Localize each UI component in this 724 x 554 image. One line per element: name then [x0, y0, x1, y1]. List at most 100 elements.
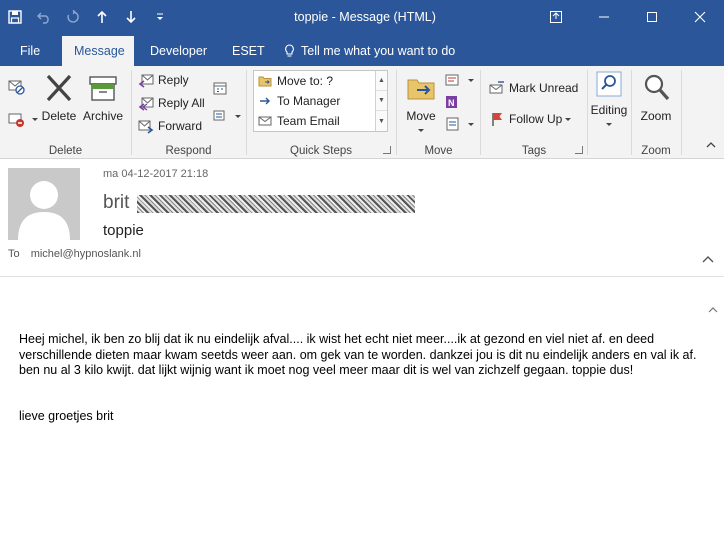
quick-step-to-manager[interactable]: To Manager — [258, 91, 340, 111]
message-signoff: lieve groetjes brit — [19, 409, 114, 423]
group-label-quick-steps: Quick Steps — [290, 145, 352, 157]
group-label-delete: Delete — [48, 145, 83, 157]
group-move: Move N Move — [397, 66, 480, 159]
delete-icon — [46, 74, 72, 102]
quick-access-toolbar — [0, 0, 174, 34]
previous-item-icon[interactable] — [87, 0, 116, 34]
ignore-button[interactable] — [7, 78, 29, 96]
actions-icon — [446, 117, 459, 131]
tab-message[interactable]: Message — [62, 36, 134, 66]
window-title: toppie - Message (HTML) — [294, 10, 436, 24]
group-respond: Reply Reply All Forward Respond — [132, 66, 245, 159]
rules-button[interactable] — [445, 72, 474, 88]
ribbon-tabs: File Message Developer ESET Tell me what… — [0, 34, 724, 66]
meeting-reply-button[interactable] — [212, 80, 232, 96]
find-icon — [596, 71, 622, 97]
quick-steps-gallery: Move to: ? To Manager Team Email ▲ ▼ ▼ — [253, 70, 388, 132]
move-folder-icon — [407, 79, 435, 100]
next-item-icon[interactable] — [116, 0, 145, 34]
recipient-address[interactable]: michel@hypnoslank.nl — [31, 248, 141, 260]
lightbulb-icon — [284, 39, 295, 69]
group-delete: Delete Archive Delete — [0, 66, 131, 159]
sender-avatar[interactable] — [8, 168, 80, 240]
tab-developer[interactable]: Developer — [138, 36, 219, 66]
reply-icon — [138, 74, 154, 88]
sent-date: ma 04-12-2017 21:18 — [103, 168, 209, 180]
group-label-zoom: Zoom — [641, 145, 671, 157]
mark-unread-button[interactable]: Mark Unread — [489, 80, 578, 96]
editing-button[interactable]: Editing — [589, 70, 629, 131]
onenote-icon: N — [446, 96, 457, 108]
message-header: ma 04-12-2017 21:18 brit toppie To miche… — [0, 160, 724, 277]
quick-steps-launcher-icon[interactable] — [383, 146, 391, 154]
mark-unread-icon — [489, 81, 504, 94]
tab-eset[interactable]: ESET — [220, 36, 277, 66]
onenote-button[interactable]: N — [445, 94, 465, 110]
quick-steps-scrollbar[interactable]: ▲ ▼ ▼ — [375, 71, 387, 131]
group-label-move: Move — [424, 145, 453, 157]
collapse-ribbon-icon[interactable] — [706, 141, 716, 152]
archive-button[interactable]: Archive — [80, 72, 126, 123]
customize-qat-icon[interactable] — [145, 0, 174, 34]
group-tags: Mark Unread Follow Up Tags — [481, 66, 587, 159]
zoom-button[interactable]: Zoom — [636, 72, 676, 123]
tab-file[interactable]: File — [8, 36, 52, 66]
group-editing: Editing — [588, 66, 630, 159]
reply-all-icon — [138, 97, 154, 111]
more-respond-button[interactable] — [212, 108, 241, 124]
rules-icon — [445, 74, 459, 86]
forward-icon — [138, 120, 154, 134]
ribbon-display-options-icon[interactable] — [532, 0, 580, 34]
cleanup-button[interactable] — [7, 110, 38, 128]
cleanup-icon — [8, 113, 24, 127]
tell-me-label: Tell me what you want to do — [301, 44, 456, 58]
tags-launcher-icon[interactable] — [575, 146, 583, 154]
quick-step-team-email[interactable]: Team Email — [258, 111, 340, 131]
message-subject: toppie — [103, 222, 144, 239]
undo-icon[interactable] — [29, 0, 58, 34]
message-body: Heej michel, ik ben zo blij dat ik nu ei… — [0, 278, 724, 554]
svg-text:N: N — [448, 98, 455, 108]
reply-all-button[interactable]: Reply All — [138, 95, 205, 111]
gallery-more-icon[interactable]: ▼ — [376, 111, 387, 131]
save-icon[interactable] — [0, 0, 29, 34]
more-respond-icon — [213, 110, 225, 121]
reply-button[interactable]: Reply — [138, 72, 189, 88]
scroll-up-icon[interactable] — [708, 302, 718, 316]
message-text: Heej michel, ik ben zo blij dat ik nu ei… — [19, 332, 697, 377]
redo-icon[interactable] — [58, 0, 87, 34]
to-label: To — [8, 248, 20, 260]
chevron-up-icon[interactable]: ▲ — [376, 71, 387, 91]
follow-up-button[interactable]: Follow Up — [489, 111, 572, 127]
ribbon-divider — [681, 70, 682, 155]
ignore-icon — [8, 80, 25, 95]
folder-arrow-icon — [258, 76, 272, 87]
group-label-tags: Tags — [521, 145, 547, 157]
sender-name[interactable]: brit — [103, 192, 129, 214]
archive-icon — [89, 76, 117, 101]
close-icon[interactable] — [676, 0, 724, 34]
chevron-down-icon[interactable]: ▼ — [376, 91, 387, 111]
title-bar: toppie - Message (HTML) — [0, 0, 724, 34]
actions-button[interactable] — [445, 116, 474, 132]
group-label-respond: Respond — [165, 145, 212, 157]
redacted-sender-address — [137, 195, 415, 213]
zoom-icon — [644, 74, 670, 101]
minimize-icon[interactable] — [580, 0, 628, 34]
flag-icon — [492, 113, 502, 126]
tell-me-search[interactable]: Tell me what you want to do — [272, 36, 467, 66]
group-zoom: Zoom Zoom — [632, 66, 680, 159]
forward-button[interactable]: Forward — [138, 118, 202, 134]
ribbon: Delete Archive Delete Reply Reply All Fo… — [0, 66, 724, 159]
recipients-row: To michel@hypnoslank.nl — [8, 248, 141, 260]
quick-step-move-to[interactable]: Move to: ? — [258, 71, 333, 91]
person-placeholder-icon — [8, 168, 80, 240]
manager-arrow-icon — [260, 97, 270, 105]
team-email-icon — [258, 116, 272, 126]
maximize-icon[interactable] — [628, 0, 676, 34]
window-controls — [532, 0, 724, 34]
collapse-header-icon[interactable] — [702, 252, 714, 266]
meeting-icon — [213, 82, 227, 95]
delete-button[interactable]: Delete — [40, 72, 78, 123]
move-button[interactable]: Move — [401, 72, 441, 137]
